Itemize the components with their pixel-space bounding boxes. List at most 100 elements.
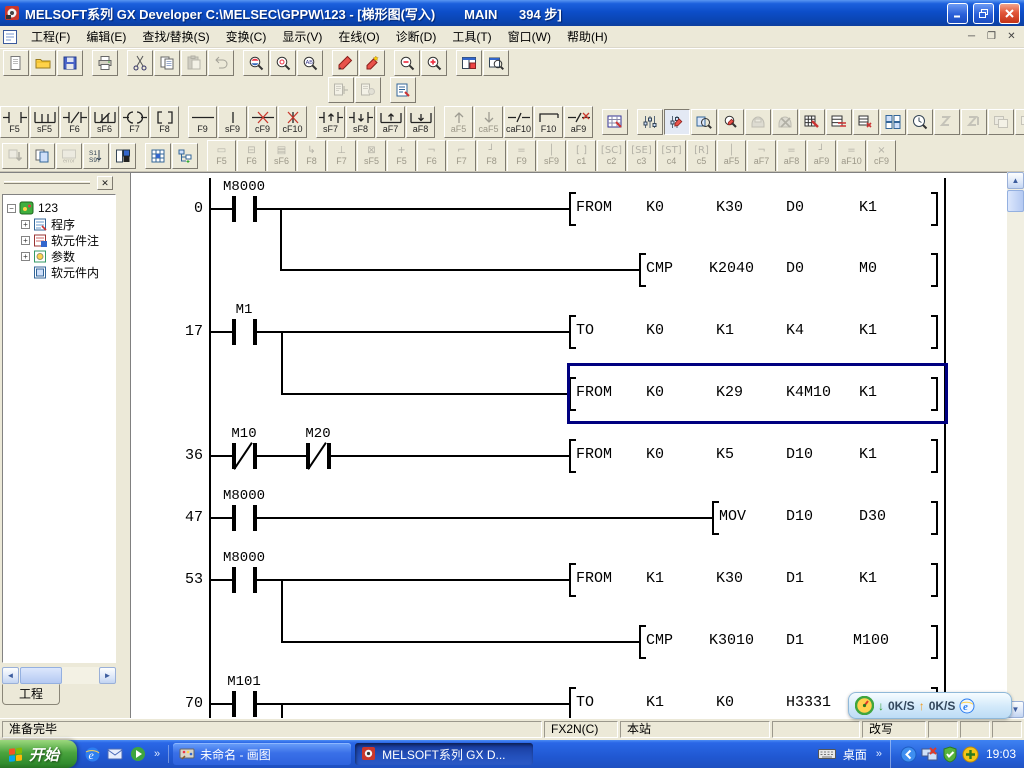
horizontal-line-button[interactable]: F9: [188, 106, 217, 138]
instruction-cell[interactable]: K5: [716, 446, 734, 463]
scroll-left-button[interactable]: ◄: [2, 667, 19, 684]
application-instruction-button[interactable]: F8: [150, 106, 179, 138]
instruction-cell[interactable]: D1: [786, 570, 804, 587]
instruction-cell[interactable]: FROM: [576, 199, 612, 216]
menu-2[interactable]: 查找/替换(S): [134, 25, 217, 48]
instruction-cell[interactable]: K1: [859, 322, 877, 339]
edit-down-button[interactable]: caF5: [474, 106, 503, 138]
ladder-monitor-button[interactable]: [826, 109, 852, 135]
sfc-error-button[interactable]: error: [56, 143, 82, 169]
rising-pulse-button[interactable]: sF7: [316, 106, 345, 138]
instruction-cell[interactable]: FROM: [576, 384, 612, 401]
contact[interactable]: [235, 514, 254, 522]
instruction-cell[interactable]: D0: [786, 260, 804, 277]
window-b-button[interactable]: [1015, 109, 1024, 135]
closed-contact-button[interactable]: F6: [60, 106, 89, 138]
ladder-list-toggle-button[interactable]: [602, 109, 628, 135]
instruction-cell[interactable]: K1: [716, 322, 734, 339]
instruction-cell[interactable]: TO: [576, 322, 594, 339]
sfc-blocks-button[interactable]: [29, 143, 55, 169]
menu-9[interactable]: 帮助(H): [559, 25, 616, 48]
edit-up-button[interactable]: aF5: [444, 106, 473, 138]
instruction-cell[interactable]: K1: [646, 694, 664, 711]
invert-result-button[interactable]: caF10: [504, 106, 533, 138]
open-contact-button[interactable]: F5: [0, 106, 29, 138]
cut-button[interactable]: [127, 50, 153, 76]
sfc-transition-button[interactable]: +F5: [387, 140, 416, 172]
save-project-button[interactable]: [57, 50, 83, 76]
contact[interactable]: [235, 700, 254, 708]
delete-operation-button[interactable]: aF9: [564, 106, 593, 138]
instruction-cell[interactable]: K30: [716, 570, 743, 587]
expand-icon[interactable]: +: [21, 236, 30, 245]
tree-item-0[interactable]: +程序: [3, 216, 115, 232]
instruction-cell[interactable]: CMP: [646, 260, 673, 277]
menu-6[interactable]: 诊断(D): [388, 25, 445, 48]
sfc-c4-button[interactable]: [ST]c4: [657, 140, 686, 172]
ladder-write-button[interactable]: [799, 109, 825, 135]
monitor-write-mode-button[interactable]: [359, 50, 385, 76]
scroll-up-button[interactable]: ▲: [1007, 172, 1024, 189]
instruction-cell[interactable]: MOV: [719, 508, 746, 525]
sfc-parallel-conv-button[interactable]: =F9: [507, 140, 536, 172]
write-mode-button[interactable]: [332, 50, 358, 76]
sfc-a2-button[interactable]: ¬aF7: [747, 140, 776, 172]
instruction-cell[interactable]: K4: [786, 322, 804, 339]
tree-item-2[interactable]: +参数: [3, 248, 115, 264]
instruction-cell[interactable]: FROM: [576, 570, 612, 587]
network-error-icon[interactable]: [921, 746, 938, 763]
window-a-button[interactable]: [988, 109, 1014, 135]
find-string-button[interactable]: AB: [297, 50, 323, 76]
menu-8[interactable]: 窗口(W): [500, 25, 559, 48]
device-test-button[interactable]: [718, 109, 744, 135]
sfc-vertical-button[interactable]: │sF9: [537, 140, 566, 172]
instruction-cell[interactable]: K2040: [709, 260, 754, 277]
sfc-step-button[interactable]: ▭F5: [207, 140, 236, 172]
instruction-cell[interactable]: D30: [859, 508, 886, 525]
remote-stop-button[interactable]: [772, 109, 798, 135]
sfc-parallel-div-button[interactable]: ┘F8: [477, 140, 506, 172]
sfc-grid-button[interactable]: [145, 143, 171, 169]
falling-pulse-button[interactable]: sF8: [346, 106, 375, 138]
taskbar-task-0[interactable]: 未命名 - 画图: [173, 743, 351, 765]
comment-display-button[interactable]: [637, 109, 663, 135]
shield-icon[interactable]: [942, 746, 958, 763]
sfc-block-split-button[interactable]: [110, 143, 136, 169]
undo-button[interactable]: [208, 50, 234, 76]
language-icon[interactable]: [900, 746, 917, 763]
child-restore-button[interactable]: ❐: [983, 29, 1000, 44]
menu-4[interactable]: 显示(V): [274, 25, 330, 48]
instruction-cell[interactable]: K30: [716, 199, 743, 216]
scroll-right-button[interactable]: ►: [99, 667, 116, 684]
parallel-open-contact-button[interactable]: sF5: [30, 106, 59, 138]
vertical-line-button[interactable]: sF9: [218, 106, 247, 138]
contact[interactable]: [235, 205, 254, 213]
find-window-button[interactable]: [483, 50, 509, 76]
sfc-c3-button[interactable]: [SE]c3: [627, 140, 656, 172]
sfc-end-step-button[interactable]: ⊥F7: [327, 140, 356, 172]
instruction-cell[interactable]: K29: [716, 384, 743, 401]
parameter-utility-button[interactable]: [355, 77, 381, 103]
device-find-monitor-button[interactable]: [691, 109, 717, 135]
project-tab[interactable]: 工程: [2, 684, 60, 705]
instruction-cell[interactable]: M0: [859, 260, 877, 277]
instruction-cell[interactable]: M100: [853, 632, 889, 649]
media-icon[interactable]: [129, 745, 147, 763]
zoom-in-button[interactable]: [421, 50, 447, 76]
scroll-thumb[interactable]: [20, 667, 62, 684]
desktop-chevron[interactable]: »: [874, 748, 884, 760]
desktop-label[interactable]: 桌面: [843, 746, 867, 763]
instruction-cell[interactable]: D0: [786, 199, 804, 216]
ie-icon[interactable]: e: [83, 745, 101, 763]
panel-grip[interactable]: [4, 181, 90, 184]
sfc-selection-div-button[interactable]: ¬F6: [417, 140, 446, 172]
contact[interactable]: [235, 576, 254, 584]
tree-root-123[interactable]: −123: [3, 200, 115, 216]
expand-icon[interactable]: +: [21, 220, 30, 229]
new-project-button[interactable]: [3, 50, 29, 76]
sfc-jump-button[interactable]: ↳F8: [297, 140, 326, 172]
sfc-dummy-step-button[interactable]: ▤sF6: [267, 140, 296, 172]
project-data-list-button[interactable]: [456, 50, 482, 76]
step-stop-button[interactable]: [961, 109, 987, 135]
sfc-delete-button[interactable]: ×cF9: [867, 140, 896, 172]
